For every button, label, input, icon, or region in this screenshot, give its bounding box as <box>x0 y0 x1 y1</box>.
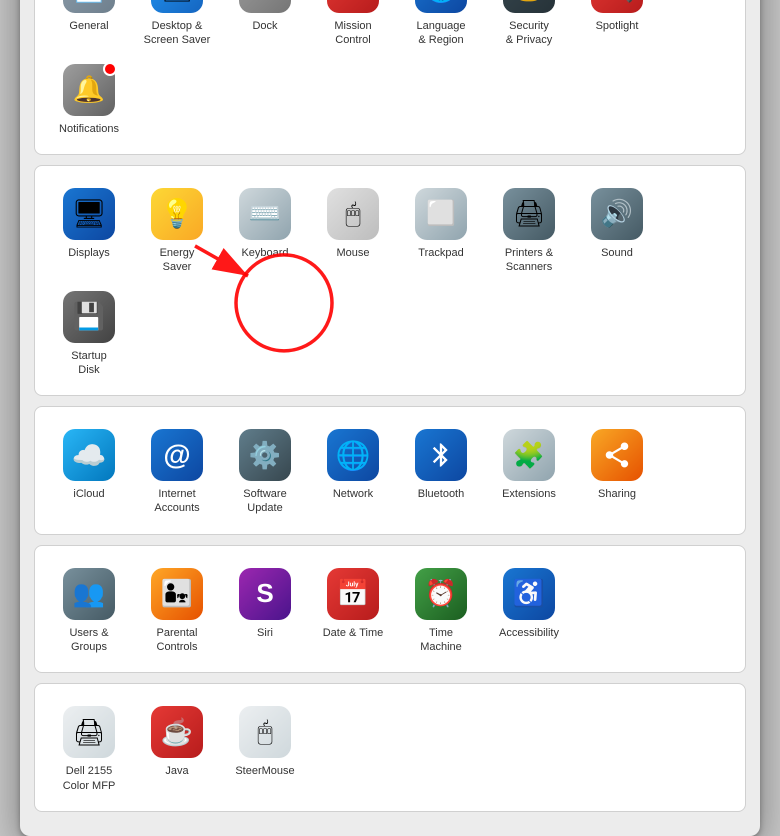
icon-parental-controls[interactable]: 👨‍👧 ParentalControls <box>133 560 221 663</box>
icon-bluetooth[interactable]: Bluetooth <box>397 421 485 524</box>
icons-grid-other: 🖨 Dell 2155Color MFP ☕ Java <box>45 698 735 801</box>
icon-sound[interactable]: 🔊 Sound <box>573 180 661 283</box>
icon-label: Language& Region <box>417 19 466 48</box>
icon-extensions[interactable]: 🧩 Extensions <box>485 421 573 524</box>
icon-trackpad[interactable]: ⬜ Trackpad <box>397 180 485 283</box>
icon-label: Printers &Scanners <box>505 246 553 275</box>
icon-language[interactable]: 🌐 Language& Region <box>397 0 485 56</box>
icon-label: Mouse <box>336 246 369 260</box>
icons-grid-internet: ☁️ iCloud @ InternetAccounts <box>45 421 735 524</box>
icon-printers[interactable]: 🖨 Printers &Scanners <box>485 180 573 283</box>
icon-mouse[interactable]: 🖱 Mouse <box>309 180 397 283</box>
icon-label: Bluetooth <box>418 487 464 501</box>
icon-desktop[interactable]: 🖥 Desktop &Screen Saver <box>133 0 221 56</box>
section-internet: ☁️ iCloud @ InternetAccounts <box>34 406 746 535</box>
icon-label: MissionControl <box>334 19 371 48</box>
icons-grid-personal: 📄 General 🖥 Desktop &Screen Saver <box>45 0 735 144</box>
icon-label: EnergySaver <box>160 246 195 275</box>
icon-label: General <box>69 19 108 33</box>
icon-label: StartupDisk <box>71 349 106 378</box>
icon-label: Accessibility <box>499 626 559 640</box>
icon-label: Sound <box>601 246 633 260</box>
icon-time-machine[interactable]: ⏰ TimeMachine <box>397 560 485 663</box>
icon-label: Sharing <box>598 487 636 501</box>
icon-siri[interactable]: S Siri <box>221 560 309 663</box>
icon-icloud[interactable]: ☁️ iCloud <box>45 421 133 524</box>
section-personal: 📄 General 🖥 Desktop &Screen Saver <box>34 0 746 155</box>
icon-keyboard[interactable]: ⌨️ Keyboard <box>221 180 309 283</box>
section-other: 🖨 Dell 2155Color MFP ☕ Java <box>34 683 746 812</box>
icon-users-groups[interactable]: 👥 Users &Groups <box>45 560 133 663</box>
icon-label: Trackpad <box>418 246 463 260</box>
icon-mission-control[interactable]: ⊞ MissionControl <box>309 0 397 56</box>
icon-label: iCloud <box>73 487 104 501</box>
icon-label: Spotlight <box>596 19 639 33</box>
icon-label: SoftwareUpdate <box>243 487 286 516</box>
icon-label: Displays <box>68 246 110 260</box>
icon-java[interactable]: ☕ Java <box>133 698 221 801</box>
icon-label: Users &Groups <box>69 626 108 655</box>
icons-grid-system: 👥 Users &Groups 👨‍👧 ParentalControls <box>45 560 735 663</box>
icon-label: Java <box>165 764 188 778</box>
icon-general[interactable]: 📄 General <box>45 0 133 56</box>
icon-label: ParentalControls <box>157 626 198 655</box>
icon-accessibility[interactable]: ♿ Accessibility <box>485 560 573 663</box>
section-system: 👥 Users &Groups 👨‍👧 ParentalControls <box>34 545 746 674</box>
icons-grid-hardware: 🖥 Displays 💡 EnergySaver <box>45 180 735 385</box>
icon-label: Siri <box>257 626 273 640</box>
icon-security-privacy[interactable]: 🔒 Security& Privacy <box>485 0 573 56</box>
icon-label: TimeMachine <box>420 626 462 655</box>
icon-date-time[interactable]: 📅 Date & Time <box>309 560 397 663</box>
icon-label: Dell 2155Color MFP <box>63 764 116 793</box>
icon-dock[interactable]: ⬛ Dock <box>221 0 309 56</box>
icon-spotlight[interactable]: 🔍 Spotlight <box>573 0 661 56</box>
icon-label: Desktop &Screen Saver <box>144 19 211 48</box>
icon-label: Extensions <box>502 487 556 501</box>
icon-startup-disk[interactable]: 💾 StartupDisk <box>45 283 133 386</box>
icon-energy-saver[interactable]: 💡 EnergySaver <box>133 180 221 283</box>
system-preferences-window: ‹ › System Preferences 🔍 Search 📄 <box>20 0 760 836</box>
icon-notifications[interactable]: 🔔 Notifications <box>45 56 133 144</box>
icon-label: Notifications <box>59 122 119 136</box>
icon-internet-accounts[interactable]: @ InternetAccounts <box>133 421 221 524</box>
icon-steermouse[interactable]: 🖱 SteerMouse <box>221 698 309 801</box>
icon-label: Date & Time <box>323 626 384 640</box>
icon-label: Keyboard <box>241 246 288 260</box>
icon-label: Dock <box>252 19 277 33</box>
icon-label: SteerMouse <box>235 764 294 778</box>
icon-label: Security& Privacy <box>506 19 552 48</box>
section-hardware: 🖥 Displays 💡 EnergySaver <box>34 165 746 396</box>
icon-software-update[interactable]: ⚙️ SoftwareUpdate <box>221 421 309 524</box>
icon-displays[interactable]: 🖥 Displays <box>45 180 133 283</box>
icon-sharing[interactable]: Sharing <box>573 421 661 524</box>
icon-label: Network <box>333 487 373 501</box>
icon-network[interactable]: 🌐 Network <box>309 421 397 524</box>
content-area: 📄 General 🖥 Desktop &Screen Saver <box>20 0 760 836</box>
icon-label: InternetAccounts <box>154 487 199 516</box>
icon-dell-mfp[interactable]: 🖨 Dell 2155Color MFP <box>45 698 133 801</box>
